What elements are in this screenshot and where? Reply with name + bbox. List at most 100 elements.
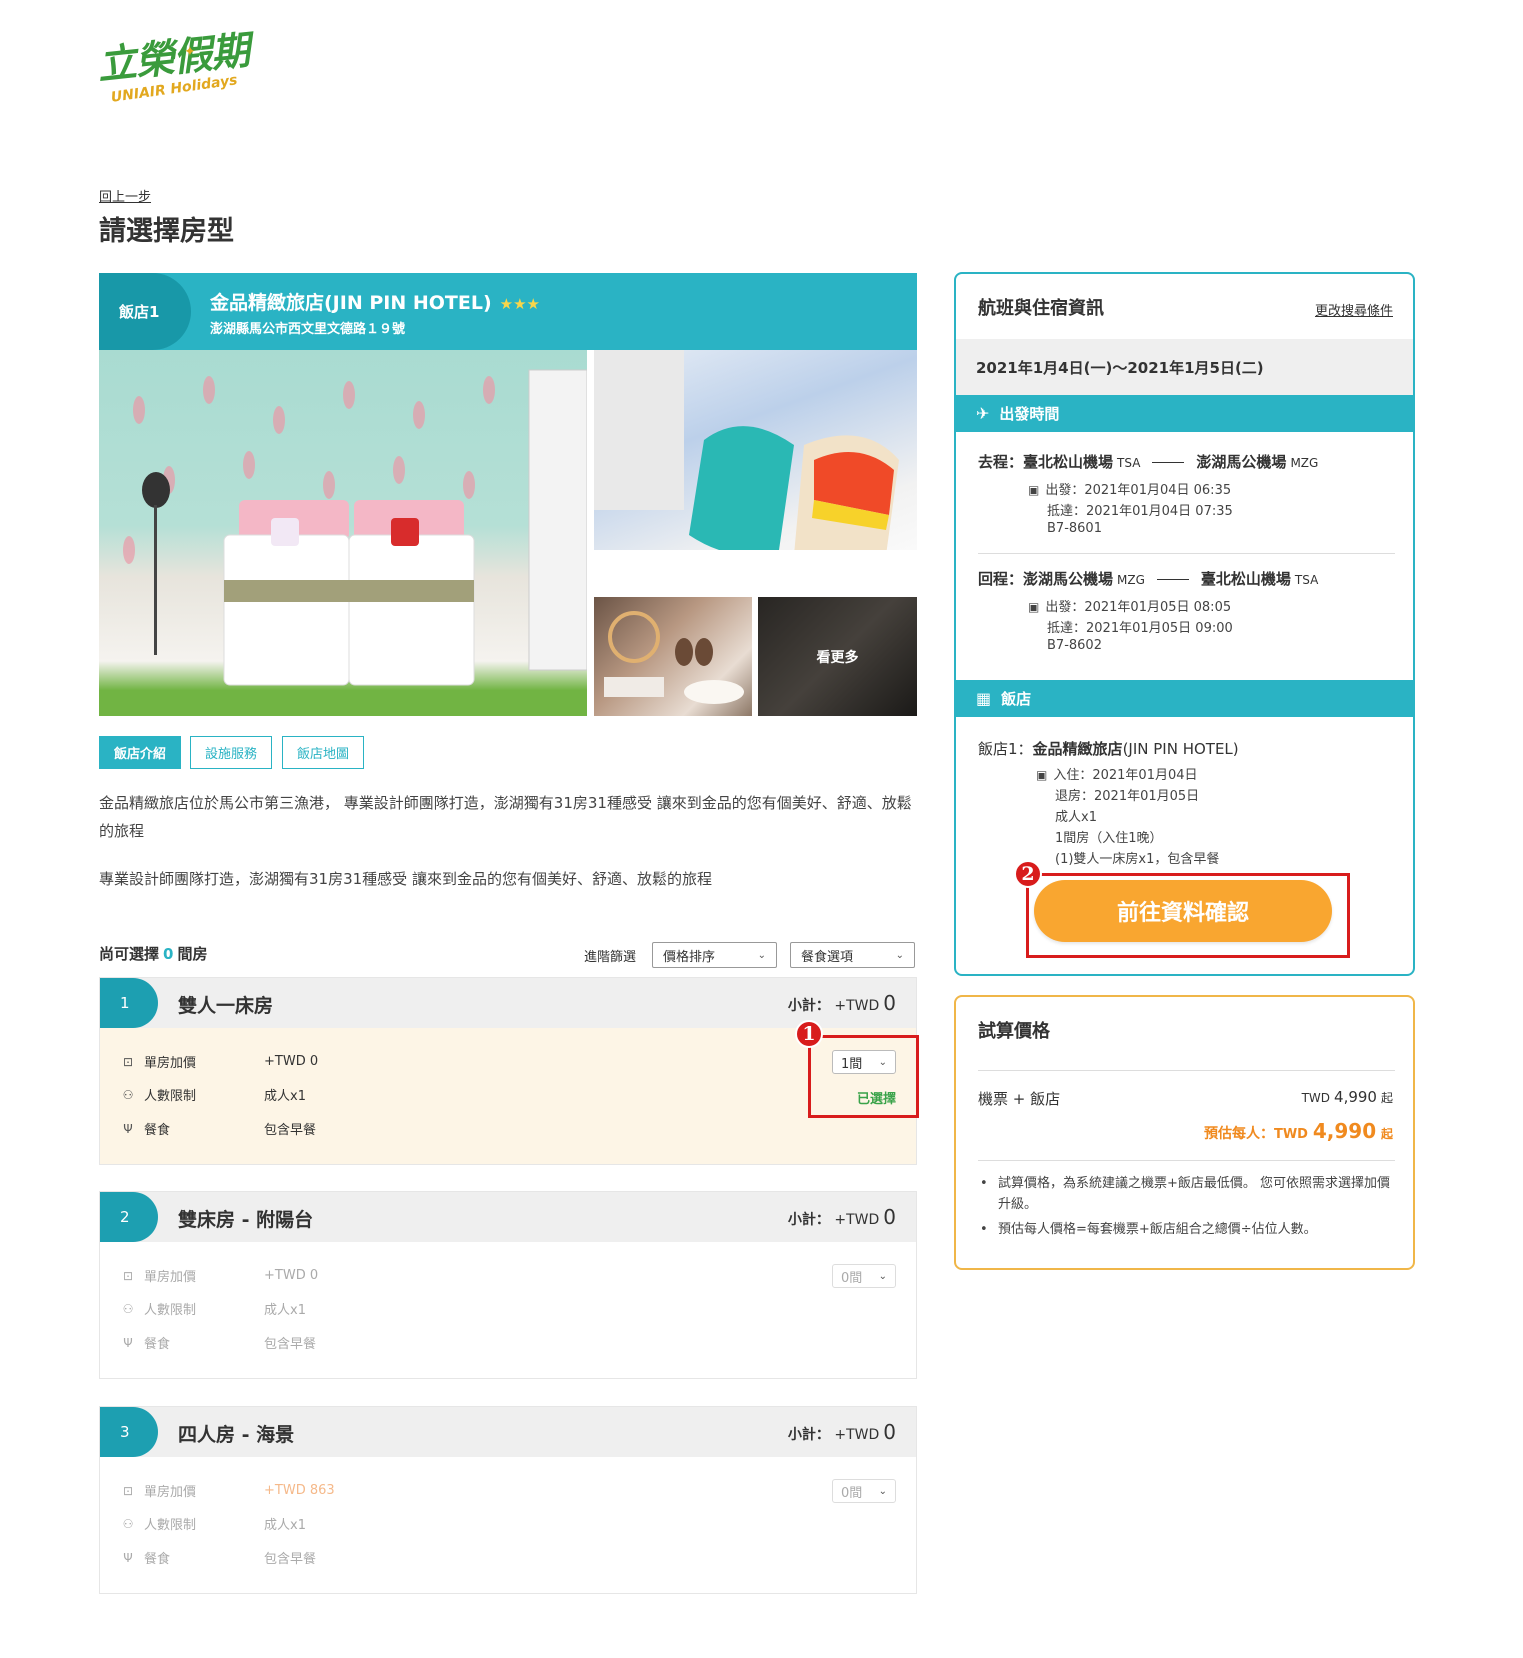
sort-select-value: 價格排序 [663, 949, 716, 965]
inbound-route: 回程：澎湖馬公機場 MZG 臺北松山機場 TSA [978, 568, 1318, 589]
price-note-1: 試算價格，為系統建議之機票+飯店最低價。 您可依照需求選擇加價升級。 [978, 1173, 1398, 1215]
flight-section-title: 出發時間 [999, 405, 1060, 423]
price-note-2: 預估每人價格=每套機票+飯店組合之總價÷佔位人數。 [978, 1219, 1398, 1240]
room-card-2: 2 雙床房 - 附陽台 小計： +TWD 0 ⊡ 單房加價 +TWD 0 ⚇ 人數限制 成… [99, 1191, 917, 1379]
subtotal-value: 0 [883, 1205, 896, 1229]
sort-select[interactable]: 價格排序 ⌄ [652, 942, 777, 968]
room-qty-select[interactable]: 0間 ⌄ [832, 1264, 896, 1288]
meal-row: Ψ 餐食 包含早餐 [120, 1119, 317, 1139]
people-value: 成人x1 [264, 1518, 306, 1533]
price-tag-icon: ⊡ [122, 1268, 134, 1283]
surcharge-label: 單房加價 [144, 1485, 197, 1500]
room-qty-value: 0間 [841, 1485, 863, 1501]
travel-dates: 2021年1月4日(一)～2021年1月5日(二) [956, 339, 1413, 395]
people-label: 人數限制 [144, 1089, 197, 1104]
hotel-line-prefix: 飯店1： [978, 740, 1033, 758]
meal-value: 包含早餐 [264, 1123, 317, 1138]
tab-hotel-map[interactable]: 飯店地圖 [282, 736, 364, 769]
back-link[interactable]: 回上一步 [99, 186, 151, 205]
people-value: 成人x1 [264, 1303, 306, 1318]
surcharge-row: ⊡ 單房加價 +TWD 863 [120, 1481, 335, 1500]
room-body: ⊡ 單房加價 +TWD 863 ⚇ 人數限制 成人x1 Ψ 餐食 包含早餐 0間 ⌄ [100, 1457, 916, 1593]
available-rooms-count: 尚可選擇 0 間房 [99, 943, 207, 964]
surcharge-value: +TWD 0 [264, 1054, 319, 1069]
bedroom-illustration [123, 369, 587, 686]
surcharge-label: 單房加價 [144, 1056, 197, 1071]
calendar-icon: ▣ [1028, 600, 1040, 614]
room-card-3: 3 四人房 - 海景 小計： +TWD 0 ⊡ 單房加價 +TWD 863 ⚇ 人數限制… [99, 1406, 917, 1594]
hotel-name: 金品精緻旅店(JIN PIN HOTEL) ★★★ [210, 288, 540, 315]
per-person-currency: TWD [1273, 1127, 1308, 1142]
tab-facilities[interactable]: 設施服務 [190, 736, 272, 769]
inbound-to: 臺北松山機場 [1200, 570, 1291, 588]
inbound-depart-text: 出發：2021年01月05日 08:05 [1045, 600, 1232, 615]
change-search-link[interactable]: 更改搜尋條件 [1315, 300, 1393, 319]
meal-label: 餐食 [144, 1552, 171, 1567]
price-tag-icon: ⊡ [122, 1054, 134, 1069]
outbound-depart-text: 出發：2021年01月04日 06:35 [1045, 483, 1232, 498]
brand-logo[interactable]: 立榮假期 UNIAIR Holidays ✦ [95, 27, 270, 130]
hotel-photo-bathroom[interactable] [594, 597, 752, 716]
meal-row: Ψ 餐食 包含早餐 [120, 1333, 316, 1353]
divider [978, 1070, 1395, 1071]
meal-select[interactable]: 餐食選項 ⌄ [790, 942, 915, 968]
price-amount: 4,990 [1334, 1088, 1377, 1106]
utensils-icon: Ψ [123, 1550, 133, 1565]
inbound-arrive: 抵達：2021年01月05日 09:00 [1047, 621, 1233, 636]
hotel-description-2: 專業設計師團隊打造，澎湖獨有31房31種感受 讓來到金品的您有個美好、舒適、放鬆… [99, 870, 712, 888]
room-header: 3 四人房 - 海景 小計： +TWD 0 [100, 1407, 916, 1457]
room-card-1: 1 雙人一床房 小計： +TWD 0 ⊡ 單房加價 +TWD 0 ⚇ 人數限制 成人x1 … [99, 977, 917, 1165]
checkin-text: 入住：2021年01月04日 [1053, 768, 1198, 783]
people-icon: ⚇ [122, 1087, 134, 1102]
outbound-to: 澎湖馬公機場 [1196, 453, 1287, 471]
hotel-photo-main[interactable] [99, 350, 587, 716]
annotation-badge-2: 2 [1014, 860, 1042, 888]
room-qty-select[interactable]: 0間 ⌄ [832, 1479, 896, 1503]
guest-count: 成人x1 [1055, 810, 1097, 825]
people-value: 成人x1 [264, 1089, 306, 1104]
subtotal-label: 小計： [787, 998, 830, 1014]
outbound-arrive: 抵達：2021年01月04日 07:35 [1047, 504, 1233, 519]
people-icon: ⚇ [122, 1516, 134, 1531]
chevron-down-icon: ⌄ [895, 949, 904, 961]
meal-value: 包含早餐 [264, 1552, 317, 1567]
highlight-box-1 [808, 1035, 919, 1118]
hotel-line: 飯店1：金品精緻旅店(JIN PIN HOTEL) [978, 738, 1239, 759]
price-tag-icon: ⊡ [122, 1483, 134, 1498]
meal-label: 餐食 [144, 1337, 171, 1352]
room-number: 2 [100, 1192, 158, 1242]
subtotal-currency: +TWD [834, 1212, 880, 1228]
people-icon: ⚇ [122, 1301, 134, 1316]
outbound-to-code: MZG [1290, 456, 1319, 470]
room-body: ⊡ 單房加價 +TWD 0 ⚇ 人數限制 成人x1 Ψ 餐食 包含早餐 1間 ⌄ 已選擇 [100, 1028, 916, 1164]
hotel-section-header: ▦ 飯店 [956, 680, 1413, 717]
more-photos-button[interactable]: 看更多 [758, 597, 917, 716]
calendar-icon: ▣ [1036, 768, 1048, 782]
room-count: 1間房（入住1晚） [1055, 831, 1163, 846]
annotation-badge-1: 1 [795, 1020, 823, 1048]
sparkle-icon: ✦ [184, 44, 196, 60]
room-subtotal: 小計： +TWD 0 [788, 1420, 896, 1444]
room-name: 四人房 - 海景 [178, 1424, 295, 1446]
price-currency: TWD [1301, 1091, 1331, 1105]
people-label: 人數限制 [144, 1518, 197, 1533]
subtotal-value: 0 [883, 991, 896, 1015]
per-person-from-label: 起 [1380, 1127, 1393, 1141]
surcharge-row: ⊡ 單房加價 +TWD 0 [120, 1266, 318, 1285]
hotel-name-text: 金品精緻旅店(JIN PIN HOTEL) [210, 292, 492, 314]
outbound-from: 臺北松山機場 [1023, 453, 1114, 471]
per-person-label: 預估每人： [1203, 1126, 1274, 1142]
inbound-flight-no: B7-8602 [1047, 638, 1102, 653]
per-person-price: 預估每人：TWD 4,990 起 [1204, 1119, 1393, 1143]
route-dash [1156, 579, 1189, 580]
divider [978, 1160, 1395, 1161]
tab-hotel-intro[interactable]: 飯店介紹 [99, 736, 181, 769]
outbound-route: 去程：臺北松山機場 TSA 澎湖馬公機場 MZG [978, 451, 1318, 472]
utensils-icon: Ψ [123, 1121, 133, 1136]
price-row-value: TWD 4,990 起 [1302, 1088, 1393, 1106]
room-body: ⊡ 單房加價 +TWD 0 ⚇ 人數限制 成人x1 Ψ 餐食 包含早餐 0間 ⌄ [100, 1242, 916, 1378]
hotel-photo-pillows[interactable] [594, 350, 917, 590]
people-label: 人數限制 [144, 1303, 197, 1318]
bathroom-illustration [604, 611, 744, 704]
people-row: ⚇ 人數限制 成人x1 [120, 1299, 306, 1319]
